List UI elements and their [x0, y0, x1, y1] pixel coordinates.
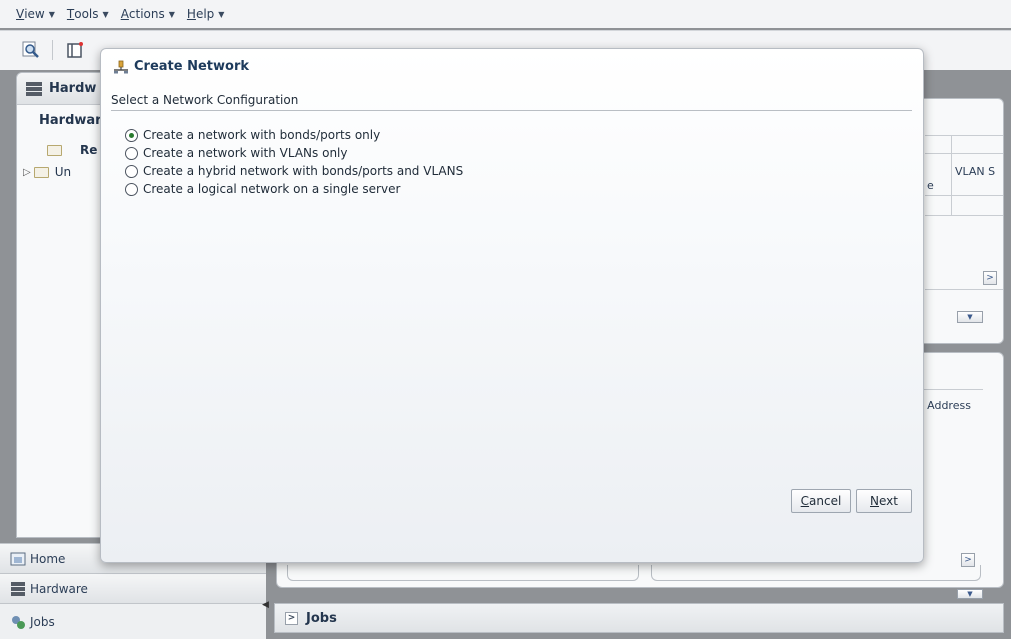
option-logical[interactable]: Create a logical network on a single ser…	[125, 182, 400, 196]
expand-triangle-icon[interactable]: ▷	[23, 167, 31, 178]
radio-selected-dot	[129, 132, 134, 138]
menu-tools[interactable]: Tools ▼	[67, 7, 109, 21]
menu-actions[interactable]: Actions ▼	[121, 7, 175, 21]
chevron-down-icon: ▼	[168, 9, 175, 19]
grid-line	[917, 389, 983, 390]
option-label: Create a logical network on a single ser…	[143, 182, 401, 196]
grid-line	[951, 135, 952, 215]
grid-line	[925, 289, 1003, 290]
dialog-title-text: Create Network	[134, 59, 250, 74]
grid-line	[925, 215, 1003, 216]
chevron-down-icon: ▼	[48, 9, 55, 19]
scroll-right-icon[interactable]: >	[983, 271, 997, 285]
radio-button[interactable]	[125, 182, 138, 196]
dialog-title: Create Network	[113, 59, 249, 74]
grid-line	[925, 135, 1003, 136]
jobs-bar[interactable]: > Jobs	[274, 603, 1004, 633]
tree-item[interactable]: Re	[47, 143, 97, 157]
jobs-bar-title: Jobs	[306, 610, 337, 626]
column-header[interactable]: e	[927, 179, 934, 192]
subpanel-frame	[287, 565, 639, 581]
new-window-button[interactable]	[62, 37, 88, 63]
option-label: Create a hybrid network with bonds/ports…	[143, 164, 464, 178]
expand-icon[interactable]: >	[285, 611, 298, 625]
divider	[111, 110, 912, 111]
dialog-subtitle: Select a Network Configuration	[111, 93, 299, 107]
hardware-icon	[26, 81, 42, 96]
column-header-ip-address[interactable]: P Address	[917, 399, 971, 412]
jobs-icon	[12, 616, 25, 629]
nav-jobs[interactable]: Jobs	[0, 603, 266, 639]
search-button[interactable]	[18, 37, 44, 63]
create-network-dialog: Create Network Select a Network Configur…	[100, 48, 924, 563]
option-bonds-ports[interactable]: Create a network with bonds/ports only	[125, 128, 380, 142]
toolbar-separator	[52, 40, 53, 60]
nav-hardware[interactable]: Hardware	[0, 573, 266, 603]
home-icon	[10, 552, 26, 566]
nav-home-label: Home	[30, 551, 66, 566]
tree-item-label: Un	[54, 165, 72, 179]
tree-item[interactable]: ▷ Un	[23, 165, 71, 179]
new-window-icon	[67, 42, 83, 58]
network-icon	[114, 60, 128, 73]
next-button[interactable]: Next	[856, 489, 912, 513]
grid-line	[925, 153, 1003, 154]
hardware-icon	[11, 582, 25, 596]
folder-icon	[33, 166, 49, 178]
nav-jobs-label: Jobs	[30, 614, 55, 629]
collapse-left-icon[interactable]: ◀	[262, 600, 269, 610]
option-label: Create a network with bonds/ports only	[143, 128, 381, 142]
hardware-subheader: Hardwar	[39, 113, 102, 128]
grid-line	[925, 195, 1003, 196]
menu-view[interactable]: View ▼	[16, 7, 55, 21]
hardware-panel-title: Hardw	[49, 81, 97, 96]
option-label: Create a network with VLANs only	[143, 146, 348, 160]
radio-button[interactable]	[125, 164, 138, 178]
option-hybrid[interactable]: Create a hybrid network with bonds/ports…	[125, 164, 463, 178]
chevron-down-icon: ▼	[218, 9, 225, 19]
column-header-vlan[interactable]: VLAN S	[955, 165, 995, 178]
cancel-button[interactable]: Cancel	[791, 489, 851, 513]
radio-button[interactable]	[125, 146, 138, 160]
radio-button[interactable]	[125, 128, 138, 142]
tree-item-label: Re	[80, 143, 98, 157]
subpanel-frame	[651, 565, 981, 581]
menubar: View ▼ Tools ▼ Actions ▼ Help ▼	[0, 0, 1011, 28]
chevron-down-icon[interactable]: ▼	[957, 589, 983, 599]
menu-help[interactable]: Help ▼	[187, 7, 225, 21]
folder-icon	[47, 144, 62, 156]
search-icon	[22, 41, 39, 58]
chevron-down-icon[interactable]: ▼	[957, 311, 983, 323]
nav-hardware-label: Hardware	[30, 581, 88, 596]
option-vlans[interactable]: Create a network with VLANs only	[125, 146, 347, 160]
chevron-down-icon: ▼	[102, 9, 109, 19]
